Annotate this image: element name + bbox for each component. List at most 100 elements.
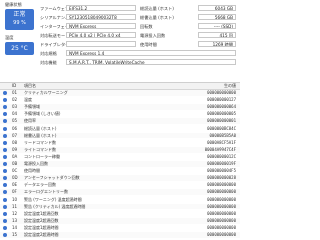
status-dot-icon xyxy=(3,119,7,124)
attribute-raw-value: 000000000000 xyxy=(207,232,236,237)
status-dot-icon xyxy=(3,211,7,216)
total-read-value: 6043 GB xyxy=(198,5,236,11)
health-label: 健康状態 xyxy=(5,2,22,7)
attribute-id: 01 xyxy=(12,90,18,95)
table-row[interactable]: 13 設定温度2超過回数 000000000000 xyxy=(0,217,240,224)
table-row[interactable]: 01 クリティカルワーニング 000000000000 xyxy=(0,90,240,96)
standard-label: 対応規格 xyxy=(40,51,57,56)
total-read-label: 総読込量 (ホスト) xyxy=(140,6,174,11)
temperature-badge[interactable]: 25 °C xyxy=(5,42,34,55)
attribute-raw-value: 000000000000 xyxy=(207,189,236,195)
attribute-raw-value: 00000000012C xyxy=(207,153,236,159)
table-row[interactable]: 07 総書込量 (ホスト) 00000B5B5A0 xyxy=(0,132,240,139)
drive-letter-value xyxy=(66,41,136,47)
attribute-id: 05 xyxy=(12,118,18,124)
attribute-name: 総読込量 (ホスト) xyxy=(24,125,57,131)
attribute-raw-value: 00000B5B5A0 xyxy=(209,132,237,138)
status-dot-icon xyxy=(3,91,7,95)
attribute-name: 予備領域 (しきい値) xyxy=(24,111,61,117)
status-dot-icon xyxy=(3,133,7,138)
table-row[interactable]: 08 リードコマンド数 0000A8CF5A1F xyxy=(0,140,240,146)
attribute-name: 予備領域 xyxy=(24,104,40,110)
table-row[interactable]: 02 温度 000000000127 xyxy=(0,97,240,103)
transfer-label: 対応転送モード xyxy=(40,33,70,38)
col-header-id[interactable]: ID xyxy=(12,83,16,89)
table-row[interactable]: 0C 使用時間 0000000004F5 xyxy=(0,168,240,174)
drive-letter-label: ドライブレター xyxy=(40,42,70,47)
attribute-name: 温度 xyxy=(24,97,32,103)
col-header-raw[interactable]: 生の値 xyxy=(224,83,236,89)
table-row[interactable]: 0A コントローラー稼働 00000000012C xyxy=(0,154,240,160)
attribute-raw-value: 000000000001 xyxy=(207,118,236,124)
health-percent: 99 % xyxy=(13,20,26,26)
attribute-raw-value: 000000000127 xyxy=(207,97,236,103)
smart-table-header: ID 項目名 生の値 xyxy=(0,83,240,90)
attribute-id: 10 xyxy=(12,196,18,202)
attribute-raw-value: 000000000000 xyxy=(207,196,236,202)
power-hours-label: 使用時間 xyxy=(140,42,157,47)
status-dot-icon xyxy=(3,98,7,103)
features-label: 対応機能 xyxy=(40,60,57,65)
status-dot-icon xyxy=(3,105,7,110)
attribute-id: 13 xyxy=(12,217,18,223)
rotation-label: 回転数 xyxy=(140,24,153,29)
table-row[interactable]: 03 予備領域 000000000064 xyxy=(0,104,240,111)
status-dot-icon xyxy=(3,197,7,202)
table-row[interactable]: 0D アンセーフシャットダウン回数 000000000028 xyxy=(0,175,240,182)
attribute-id: 12 xyxy=(12,210,18,216)
attribute-raw-value: 000000000000 xyxy=(207,210,236,216)
status-dot-icon xyxy=(3,147,7,152)
table-row[interactable]: 12 設定温度1超過回数 000000000000 xyxy=(0,211,240,217)
attribute-name: 設定温度2超過時間 xyxy=(24,232,59,237)
status-dot-icon xyxy=(3,112,7,117)
attribute-name: 使用時間 xyxy=(24,168,40,174)
attribute-id: 03 xyxy=(12,104,18,110)
attribute-raw-value: 000000000000 xyxy=(207,182,236,188)
table-row[interactable]: 14 設定温度1超過時間 000000000000 xyxy=(0,225,240,231)
table-row[interactable]: 05 使用率 000000000001 xyxy=(0,118,240,125)
attribute-raw-value: 000000000000 xyxy=(207,224,236,230)
attribute-name: リードコマンド数 xyxy=(24,139,56,145)
features-value: S.M.A.R.T., TRIM, VolatileWriteCache xyxy=(66,59,236,65)
attribute-raw-value: 00004A9947C4F xyxy=(204,146,236,152)
temp-label: 温度 xyxy=(5,35,14,40)
firmware-label: ファームウェア xyxy=(40,6,70,11)
attribute-name: ライトコマンド数 xyxy=(24,146,56,152)
attribute-name: データエラー回数 xyxy=(24,182,56,188)
status-dot-icon xyxy=(3,154,7,159)
table-row[interactable]: 0B 電源投入回数 00000000019F xyxy=(0,161,240,167)
attribute-id: 0A xyxy=(12,153,18,159)
table-row[interactable]: 15 設定温度2超過時間 000000000000 xyxy=(0,232,240,238)
table-row[interactable]: 0E データエラー回数 000000000000 xyxy=(0,182,240,188)
status-dot-icon xyxy=(3,126,7,131)
attribute-raw-value: 000000000000 xyxy=(207,90,236,95)
col-header-name[interactable]: 項目名 xyxy=(24,83,36,89)
status-dot-icon xyxy=(3,162,7,166)
table-row[interactable]: 11 警告 (クリティカル) 温度超過時間 000000000000 xyxy=(0,203,240,210)
attribute-id: 0C xyxy=(12,168,18,174)
power-hours-value: 1269 時間 xyxy=(198,41,236,47)
attribute-name: 設定温度1超過回数 xyxy=(24,210,59,216)
table-row[interactable]: 09 ライトコマンド数 00004A9947C4F xyxy=(0,146,240,153)
attribute-raw-value: 000000000064 xyxy=(207,104,236,110)
summary-panel: 健康状態 正常 99 % 温度 25 °C ファームウェア EIFS31.2 シ… xyxy=(0,0,240,82)
attribute-id: 14 xyxy=(12,224,18,230)
status-dot-icon xyxy=(3,183,7,188)
table-row[interactable]: 06 総読込量 (ホスト) 0000000BC84C xyxy=(0,126,240,132)
attribute-id: 15 xyxy=(12,232,18,237)
total-write-value: 5668 GB xyxy=(198,14,236,20)
attribute-name: コントローラー稼働 xyxy=(24,153,60,159)
power-count-value: 415 回 xyxy=(198,32,236,38)
table-row[interactable]: 04 予備領域 (しきい値) 000000000005 xyxy=(0,111,240,117)
smart-table[interactable]: ID 項目名 生の値 01 クリティカルワーニング 000000000000 02 温度… xyxy=(0,82,240,240)
table-row[interactable]: 0F エラーログエントリー数 000000000000 xyxy=(0,189,240,196)
interface-value: NVM Express xyxy=(66,23,136,29)
table-row[interactable]: 10 警告 (ワーニング) 温度超過時間 000000000000 xyxy=(0,197,240,203)
health-status-badge[interactable]: 正常 99 % xyxy=(5,9,34,30)
serial-value: SY12305180490032T8 xyxy=(66,14,136,20)
status-dot-icon xyxy=(3,169,7,174)
attribute-raw-value: 000000000000 xyxy=(207,203,236,209)
attribute-name: 警告 (クリティカル) 温度超過時間 xyxy=(24,203,86,209)
attribute-id: 11 xyxy=(12,203,18,209)
attribute-name: 警告 (ワーニング) 温度超過時間 xyxy=(24,196,82,202)
